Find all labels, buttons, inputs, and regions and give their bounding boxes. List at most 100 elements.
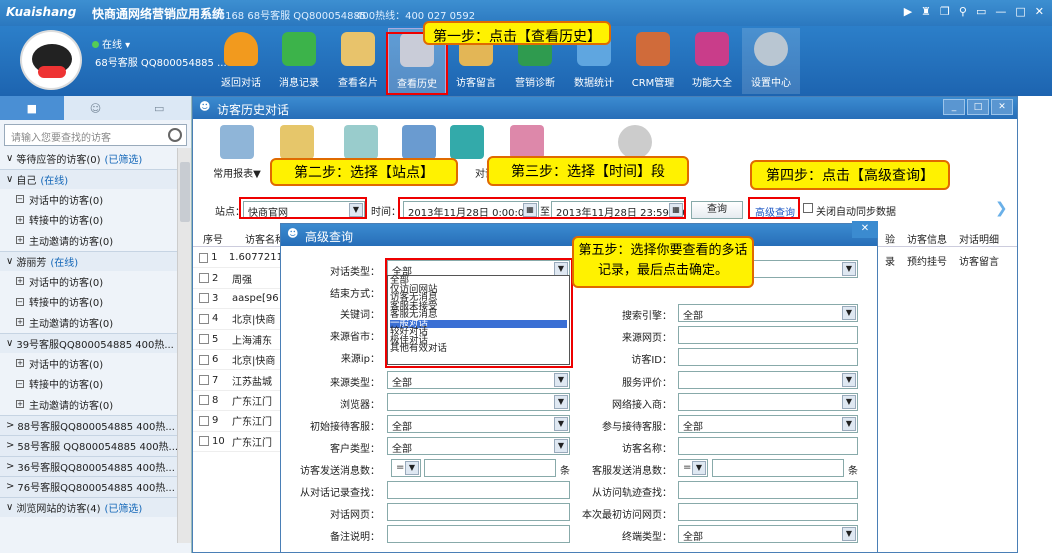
join-agent-select[interactable]: 全部 ▼ (678, 415, 858, 433)
list-item[interactable]: > 76号客服QQ800054885 400热... (0, 476, 177, 497)
dialog-page-input[interactable] (387, 503, 570, 521)
maximize-icon[interactable]: □ (967, 99, 989, 115)
hotline: 400热线：400 027 0592 (356, 11, 476, 22)
close-icon[interactable]: ✕ (852, 221, 878, 238)
list-item[interactable]: + 主动邀请的访客(0) (0, 230, 177, 251)
edit-icon (280, 125, 314, 159)
close-icon[interactable]: ✕ (1035, 5, 1044, 18)
list-item[interactable]: ∨ 游丽芳 (在线) (0, 250, 177, 271)
visitor-msg-count[interactable] (424, 459, 556, 477)
visitor-search-input[interactable]: 请输入您要查找的访客 (4, 124, 187, 146)
rating-select[interactable]: ▼ (678, 371, 858, 389)
minimize-icon[interactable]: — (995, 5, 1006, 18)
status-text: 在线 (102, 40, 122, 51)
report-menu[interactable]: 常用报表▼ (207, 125, 267, 185)
crm-button[interactable]: CRM管理 (624, 28, 682, 94)
step1-callout: 第一步：点击【查看历史】 (423, 21, 611, 45)
record-search-input[interactable] (387, 481, 570, 499)
search-icon[interactable] (168, 128, 182, 142)
highlight-site (239, 197, 367, 219)
scroll-thumb[interactable] (180, 162, 190, 222)
row-link-register[interactable]: 预约挂号 (907, 253, 947, 268)
list-item[interactable]: > 36号客服QQ800054885 400热... (0, 455, 177, 476)
features-button[interactable]: 功能大全 (683, 28, 741, 94)
back-arrow-icon (224, 32, 258, 66)
agent-msg-op[interactable]: = ▼ (678, 459, 708, 477)
note-input[interactable] (387, 525, 570, 543)
list-item[interactable]: − 对话中的访客(0) (0, 189, 177, 210)
minimize-icon[interactable]: _ (943, 99, 965, 115)
chat-bubble-icon: ■ (26, 101, 38, 115)
history-table: 1 1.6077211 2 周强 3 aaspe[96 4 北京|快商 5 上海浦东 6北… (193, 248, 283, 452)
settings-button[interactable]: 设置中心 (742, 28, 800, 94)
copy-icon[interactable]: ❐ (940, 5, 950, 18)
list-item[interactable]: − 转接中的访客(0) (0, 374, 177, 395)
user-icon (510, 125, 544, 159)
screen-icon[interactable]: ▭ (976, 5, 986, 18)
return-dialog-button[interactable]: 返回对话 (212, 28, 270, 94)
table-row[interactable]: 2 周强 (193, 268, 283, 289)
users-icon (636, 32, 670, 66)
visitor-msg-op[interactable]: = ▼ (391, 459, 421, 477)
list-item[interactable]: > 58号客服 QQ800054885 400热... (0, 435, 177, 456)
sync-checkbox[interactable] (803, 203, 813, 213)
list-item[interactable]: ∨ 39号客服QQ800054885 400热... (0, 332, 177, 353)
view-card-button[interactable]: 查看名片 (329, 28, 387, 94)
table-row[interactable]: 9 广东江门 (193, 411, 283, 432)
visitor-name-input[interactable] (678, 437, 858, 455)
close-icon[interactable]: ✕ (991, 99, 1013, 115)
table-row[interactable]: 6 北京|快商 (193, 350, 283, 371)
avatar[interactable] (20, 30, 82, 90)
message-record-button[interactable]: 消息记录 (270, 28, 328, 94)
list-item[interactable]: + 转接中的访客(0) (0, 210, 177, 231)
sidebar-tabs: ■ ☺ ▭ (0, 96, 191, 120)
table-row[interactable]: 8 广东江门 (193, 391, 283, 412)
query-button[interactable]: 查询 (691, 201, 743, 219)
list-item[interactable]: + 主动邀请的访客(0) (0, 394, 177, 415)
browser-select[interactable]: ▼ (387, 393, 570, 411)
pin-icon[interactable]: ⚲ (959, 5, 967, 18)
time-label: 时间： (371, 207, 401, 218)
track-search-input[interactable] (678, 481, 858, 499)
arrow-right-icon[interactable]: ❯ (995, 199, 1008, 217)
list-item[interactable]: + 对话中的访客(0) (0, 271, 177, 292)
table-row[interactable]: 5 上海浦东 (193, 330, 283, 350)
window-controls: ▶ ♜ ❐ ⚲ ▭ — □ ✕ (904, 5, 1044, 18)
tab-messages[interactable]: ▭ (127, 96, 191, 120)
list-item[interactable]: ∨ 等待应答的访客(0) (已筛选) (0, 148, 177, 169)
source-page-input[interactable] (678, 326, 858, 344)
row-link-partial[interactable]: 录 (885, 253, 895, 268)
list-item[interactable]: + 对话中的访客(0) (0, 353, 177, 374)
table-row[interactable]: 4 北京|快商 (193, 309, 283, 330)
tab-contacts[interactable]: ☺ (64, 96, 128, 120)
list-item[interactable]: + 主动邀请的访客(0) (0, 312, 177, 333)
status-selector[interactable]: 在线 ▾ (92, 36, 130, 51)
highlight-advanced (748, 197, 800, 219)
play-icon[interactable]: ▶ (904, 5, 912, 18)
first-agent-select[interactable]: 全部 ▼ (387, 415, 570, 433)
advanced-title: 高级查询 (305, 230, 354, 244)
table-row[interactable]: 3 aaspe[96 (193, 289, 283, 310)
table-row[interactable]: 7 江苏盐城 (193, 370, 283, 391)
gear-icon (450, 125, 484, 159)
customer-type-select[interactable]: 全部 ▼ (387, 437, 570, 455)
first-page-input[interactable] (678, 503, 858, 521)
device-select[interactable]: 全部 ▼ (678, 525, 858, 543)
source-type-select[interactable]: 全部 ▼ (387, 371, 570, 389)
list-item[interactable]: − 转接中的访客(0) (0, 292, 177, 313)
sidebar-scrollbar[interactable] (177, 148, 191, 543)
agent-msg-count[interactable] (712, 459, 844, 477)
list-item[interactable]: > 88号客服QQ800054885 400热... (0, 414, 177, 435)
visitor-id-input[interactable] (678, 348, 858, 366)
tab-chat[interactable]: ■ (0, 96, 64, 120)
list-item[interactable]: ∨ 自己 (在线) (0, 168, 177, 189)
shirt-icon[interactable]: ♜ (921, 5, 931, 18)
isp-select[interactable]: ▼ (678, 393, 858, 411)
list-item[interactable]: ∨ 浏览网站的访客(4) (已筛选) (0, 496, 177, 517)
table-row[interactable]: 1 1.6077211 (193, 248, 283, 269)
restore-icon[interactable]: □ (1015, 5, 1025, 18)
search-engine-select[interactable]: 全部 ▼ (678, 304, 858, 322)
row-link-message[interactable]: 访客留言 (959, 253, 999, 268)
table-row[interactable]: 10 广东江门 (193, 432, 283, 452)
chat-icon (282, 32, 316, 66)
